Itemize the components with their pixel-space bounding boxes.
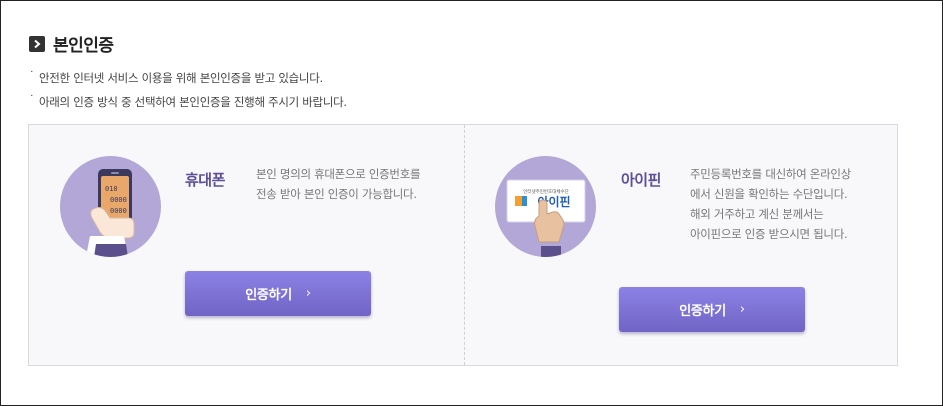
panel-divider — [464, 125, 465, 365]
desc-line: 전송 받아 본인 인증이 가능합니다. — [256, 187, 417, 201]
desc-line: 해외 거주하고 계신 분께서는 — [690, 207, 824, 221]
desc-line: 아이핀으로 인증 받으시면 됩니다. — [690, 227, 848, 241]
bullet-icon: ˙ — [29, 93, 35, 106]
bullet-icon: ˙ — [29, 69, 35, 82]
page-title: 본인인증 — [53, 36, 114, 56]
phone-icon: 010 0000 0000 — [60, 156, 161, 257]
chevron-right-icon: › — [739, 302, 745, 317]
desc-line: 본인 명의의 휴대폰으로 인증번호를 — [256, 167, 421, 181]
ipin-card-icon: 인터넷주민번호대체수단 아이핀 — [495, 156, 596, 257]
phone-method-desc: 본인 명의의 휴대폰으로 인증번호를 전송 받아 본인 인증이 가능합니다. — [256, 164, 421, 204]
ipin-method-desc: 주민등록번호를 대신하여 온라인상 에서 신원을 확인하는 수단입니다. 해외 … — [690, 164, 851, 244]
phone-digits-line-1: 010 — [105, 185, 118, 193]
notice-text: 아래의 인증 방식 중 선택하여 본인인증을 진행해 주시기 바랍니다. — [39, 95, 347, 109]
section-header: 본인인증 — [29, 31, 114, 56]
notice-text: 안전한 인터넷 서비스 이용을 위해 본인인증을 받고 있습니다. — [39, 71, 323, 85]
chevron-right-icon — [29, 35, 45, 52]
ipin-method-title: 아이핀 — [621, 171, 661, 189]
notice-item: ˙ 아래의 인증 방식 중 선택하여 본인인증을 진행해 주시기 바랍니다. — [29, 93, 347, 118]
button-label: 인증하기 — [679, 304, 726, 319]
ipin-card-caption: 인터넷주민번호대체수단 — [523, 188, 569, 195]
desc-line: 에서 신원을 확인하는 수단입니다. — [690, 187, 848, 201]
notice-list: ˙ 안전한 인터넷 서비스 이용을 위해 본인인증을 받고 있습니다. ˙ 아래… — [29, 69, 347, 118]
auth-methods-panel: 010 0000 0000 휴대폰 본인 명의의 휴대폰으로 인증번호를 전송 … — [28, 124, 898, 366]
button-label: 인증하기 — [245, 288, 292, 303]
phone-method-title: 휴대폰 — [185, 171, 225, 189]
desc-line: 주민등록번호를 대신하여 온라인상 — [690, 167, 851, 181]
notice-item: ˙ 안전한 인터넷 서비스 이용을 위해 본인인증을 받고 있습니다. — [29, 69, 347, 94]
ipin-auth-button[interactable]: 인증하기 › — [619, 287, 805, 332]
chevron-right-icon: › — [305, 286, 311, 301]
phone-digits-line-2: 0000 — [110, 196, 127, 204]
window-frame: 본인인증 ˙ 안전한 인터넷 서비스 이용을 위해 본인인증을 받고 있습니다.… — [0, 0, 943, 406]
phone-auth-button[interactable]: 인증하기 › — [185, 271, 371, 316]
phone-digits-line-3: 0000 — [110, 207, 127, 215]
